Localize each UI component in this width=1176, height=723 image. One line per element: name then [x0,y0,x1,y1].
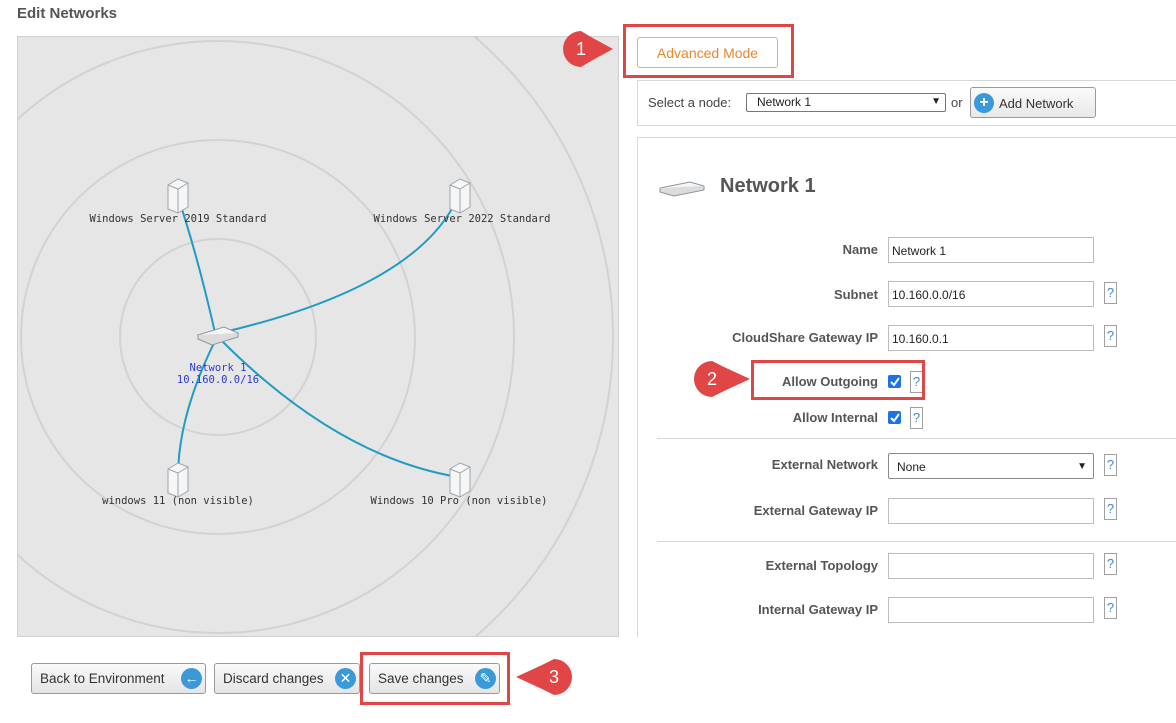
discard-changes-button[interactable]: Discard changes ✕ [214,663,360,694]
add-network-button[interactable]: + Add Network [970,87,1096,118]
help-icon[interactable]: ? [1104,597,1117,619]
external-gateway-ip-field[interactable] [888,498,1094,524]
external-topology-label: External Topology [765,558,878,573]
server-icon[interactable] [167,178,189,214]
allow-internal-label: Allow Internal [792,410,878,425]
server-icon[interactable] [449,462,471,498]
external-network-value: None [897,460,926,474]
back-to-environment-button[interactable]: Back to Environment ← [31,663,206,694]
help-icon[interactable]: ? [910,407,923,429]
highlight-box-allow-outgoing [751,360,925,400]
name-label: Name [842,242,878,257]
gateway-ip-label: CloudShare Gateway IP [732,330,878,345]
divider [657,438,1176,439]
callout-number: 1 [575,39,586,59]
select-node-dropdown[interactable]: Network 1 ▼ [746,93,946,112]
external-network-select[interactable]: None ▼ [888,453,1094,479]
external-network-label: External Network [771,457,878,472]
network-title: Network 1 [720,175,816,197]
discard-label: Discard changes [223,671,324,686]
network-node-label[interactable]: Network 1 10.160.0.0/16 [177,362,259,386]
internal-gateway-ip-label: Internal Gateway IP [758,602,878,617]
arrow-left-icon: ← [181,668,202,689]
callout-badge: 1 [563,31,613,67]
topology-graph [18,37,614,636]
callout-badge: 2 [694,361,752,397]
topology-canvas[interactable]: Windows Server 2019 Standard Windows Ser… [17,36,619,637]
name-field[interactable]: Network 1 [888,237,1094,263]
divider [657,541,1176,542]
node-label-win11[interactable]: windows 11 (non visible) [102,495,254,507]
back-label: Back to Environment [40,671,165,686]
network-node-subnet: 10.160.0.0/16 [176,374,260,386]
subnet-field[interactable]: 10.160.0.0/16 [888,281,1094,307]
callout-number: 3 [548,667,559,687]
external-topology-field[interactable] [888,553,1094,579]
network-switch-icon [659,181,705,197]
or-label: or [951,95,963,110]
select-node-value: Network 1 [757,95,812,109]
external-gateway-ip-label: External Gateway IP [753,503,878,518]
highlight-box-advanced [623,24,794,78]
subnet-label: Subnet [833,287,878,302]
help-icon[interactable]: ? [1104,498,1117,520]
server-icon[interactable] [167,462,189,498]
radar-ring-3 [18,40,515,634]
node-label-ws2019[interactable]: Windows Server 2019 Standard [89,213,266,225]
server-icon[interactable] [449,178,471,214]
chevron-down-icon: ▼ [1077,461,1087,472]
close-icon: ✕ [335,668,356,689]
check-icon [890,413,900,423]
help-icon[interactable]: ? [1104,325,1117,347]
plus-icon: + [974,93,994,113]
callout-number: 2 [706,369,717,389]
callout-badge: 3 [514,659,572,695]
chevron-down-icon: ▼ [931,96,941,107]
node-label-ws2022[interactable]: Windows Server 2022 Standard [373,213,550,225]
gateway-ip-field[interactable]: 10.160.0.1 [888,325,1094,351]
help-icon[interactable]: ? [1104,454,1117,476]
help-icon[interactable]: ? [1104,553,1117,575]
internal-gateway-ip-field[interactable] [888,597,1094,623]
add-network-label: Add Network [999,96,1074,111]
select-node-label: Select a node: [648,95,732,110]
highlight-box-save [360,652,510,705]
network-node-name: Network 1 [189,362,247,374]
help-icon[interactable]: ? [1104,282,1117,304]
page-title: Edit Networks [17,5,118,22]
node-label-win10[interactable]: Windows 10 Pro (non visible) [370,495,547,507]
allow-internal-checkbox[interactable] [888,411,901,424]
